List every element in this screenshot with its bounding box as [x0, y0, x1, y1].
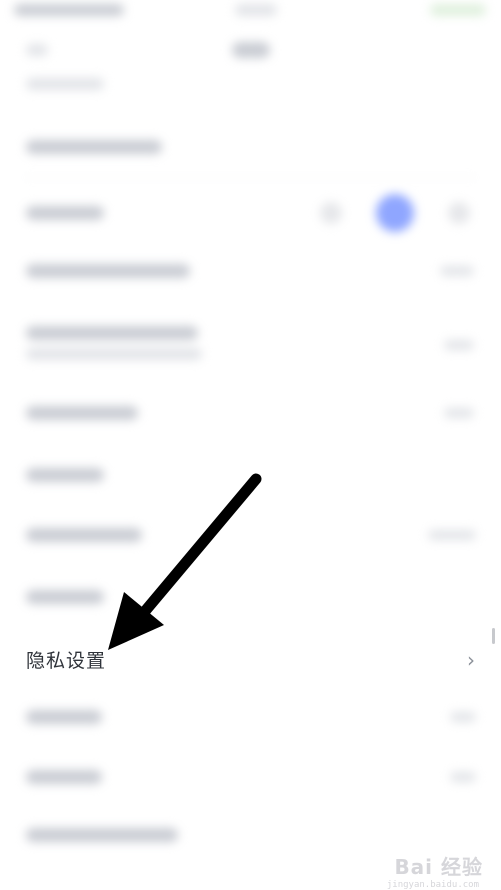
chevron-right-icon: ›: [467, 648, 475, 672]
status-time-placeholder: [235, 4, 277, 16]
toggle-option-selected[interactable]: [376, 194, 414, 232]
toggle-option[interactable]: [448, 202, 470, 224]
settings-screen: 隐私设置 › Bai 经验 jingyan.baidu.com: [0, 0, 501, 890]
header-value-placeholder: [232, 42, 270, 58]
scrollbar-thumb[interactable]: [492, 628, 495, 644]
settings-row[interactable]: [0, 242, 501, 302]
settings-row[interactable]: [0, 690, 501, 750]
settings-row[interactable]: [0, 446, 501, 506]
settings-row[interactable]: [0, 182, 501, 242]
toggle-option[interactable]: [320, 202, 342, 224]
settings-row[interactable]: [0, 318, 501, 382]
settings-row[interactable]: [0, 118, 501, 178]
settings-row[interactable]: [0, 750, 501, 810]
baidu-watermark-url: jingyan.baidu.com: [386, 880, 479, 890]
status-text-placeholder: [14, 4, 124, 16]
privacy-settings-label: 隐私设置: [26, 650, 107, 672]
settings-row[interactable]: [0, 568, 501, 628]
settings-row[interactable]: [0, 384, 501, 444]
settings-row[interactable]: [0, 506, 501, 566]
privacy-settings-row[interactable]: 隐私设置 ›: [0, 630, 501, 688]
baidu-watermark-logo: Bai 经验: [394, 855, 483, 879]
header-label-placeholder: [26, 44, 48, 56]
status-battery-placeholder: [430, 4, 486, 16]
header-subtext-placeholder: [26, 78, 104, 90]
